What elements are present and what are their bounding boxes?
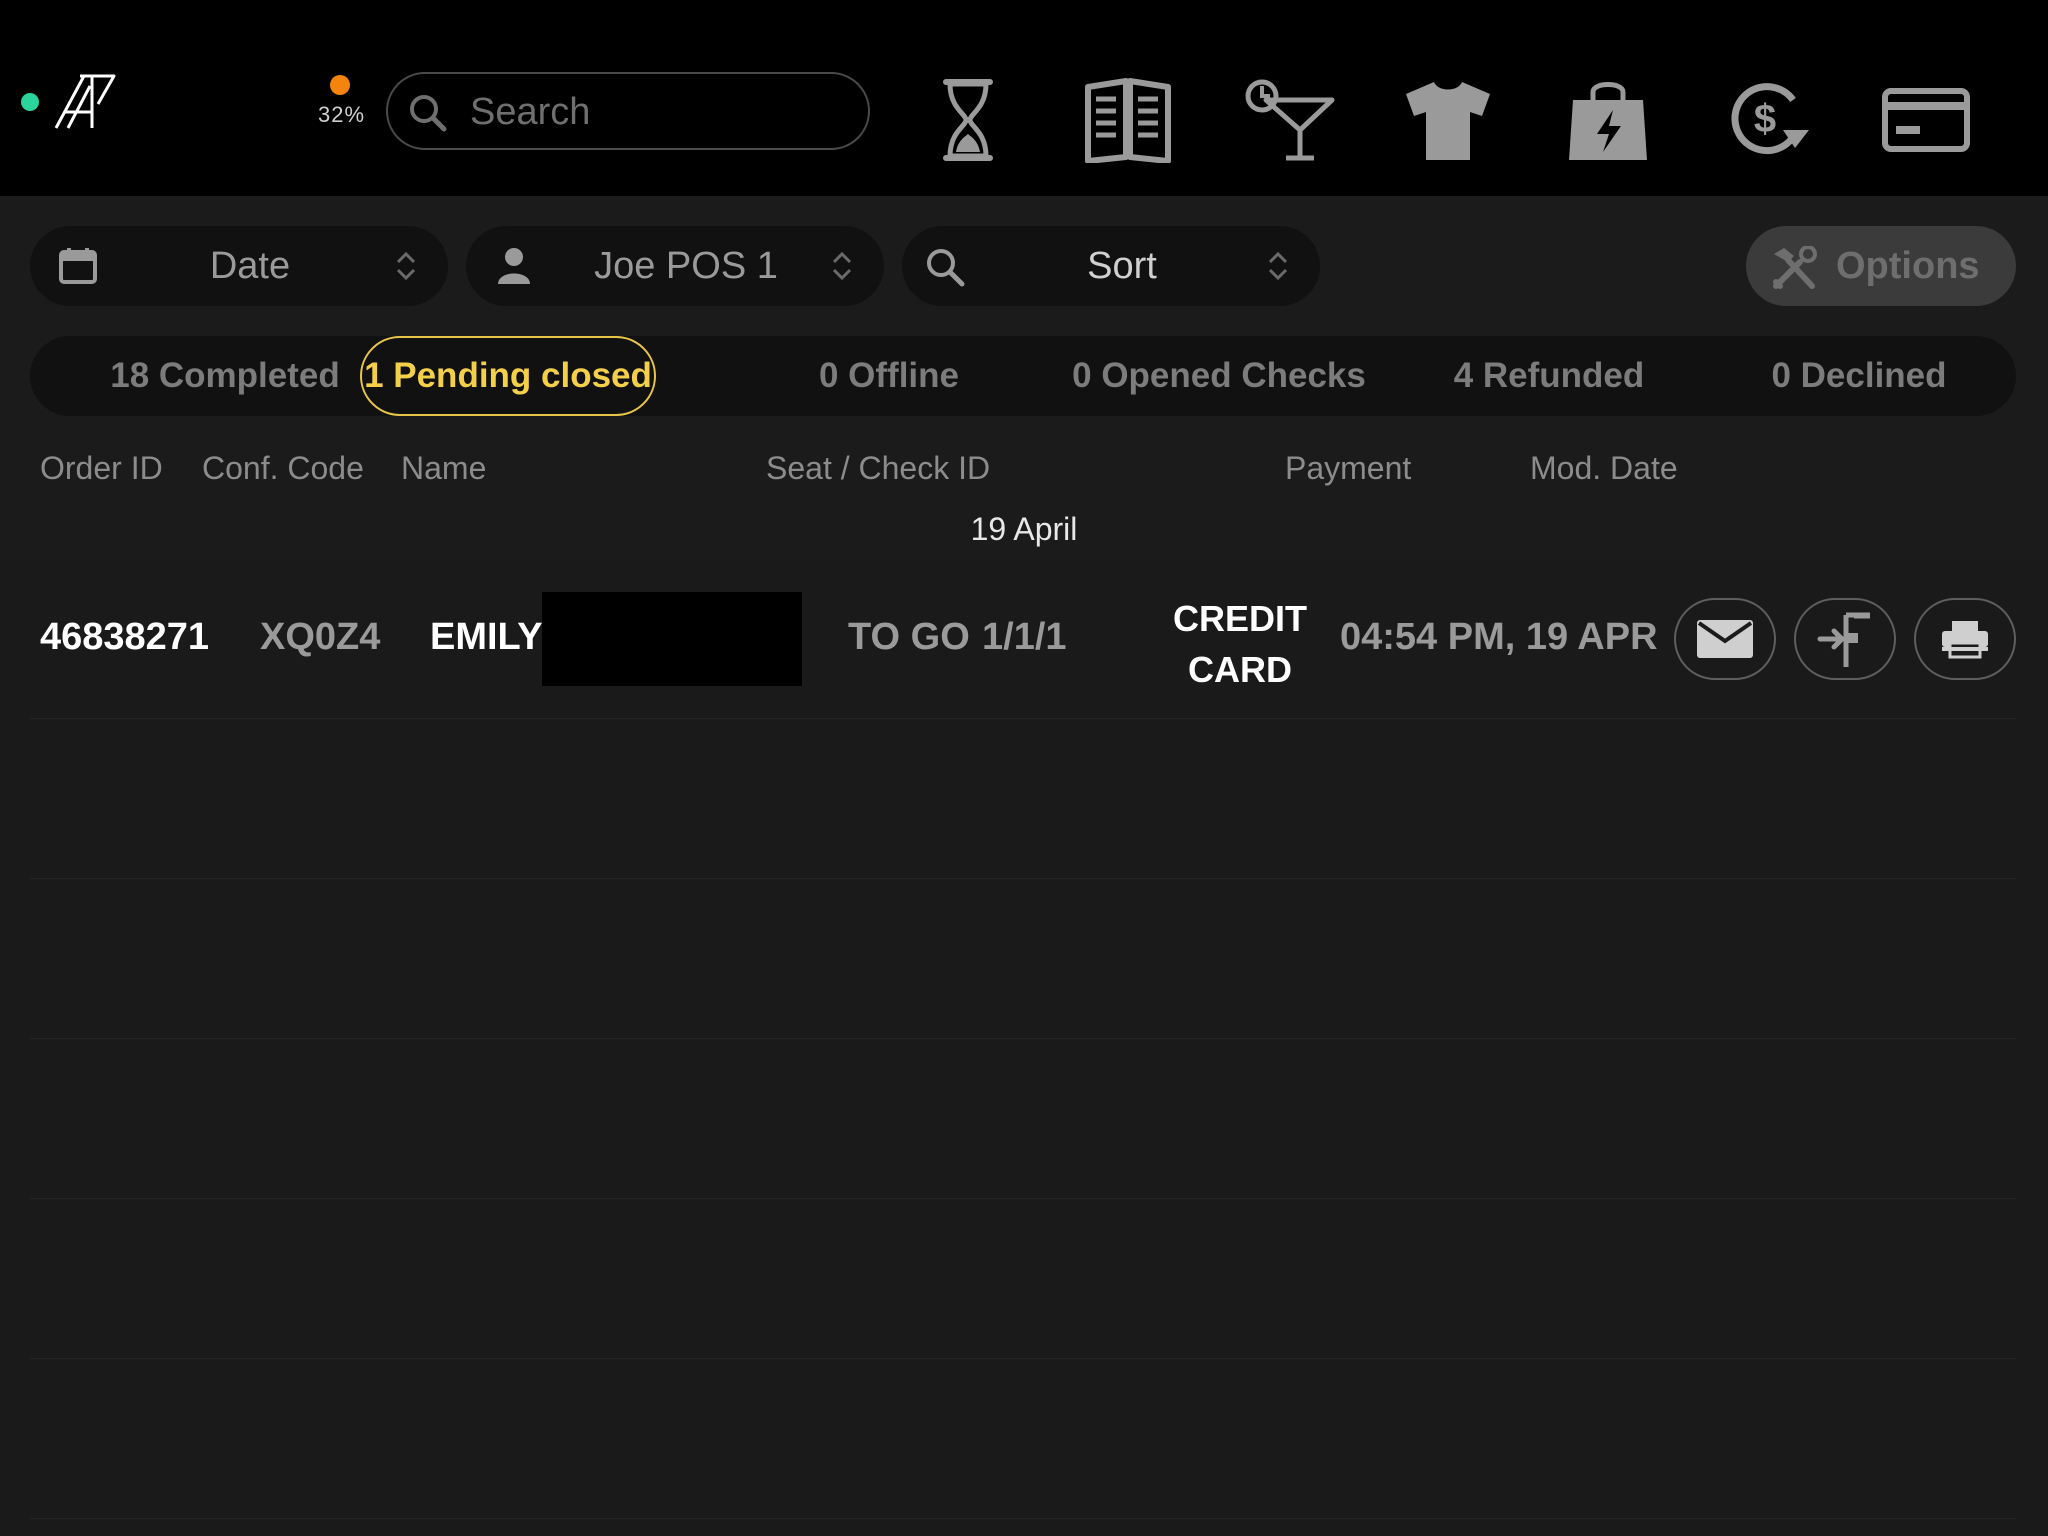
chevron-updown-icon [832, 251, 852, 281]
user-icon [498, 248, 530, 284]
column-conf-code[interactable]: Conf. Code [202, 446, 364, 490]
tab-declined[interactable]: 0 Declined [1704, 336, 2014, 416]
chevron-updown-icon [396, 251, 416, 281]
options-label: Options [1836, 245, 1980, 287]
tab-pending-closed[interactable]: 1 Pending closed [360, 336, 656, 416]
column-name[interactable]: Name [401, 446, 486, 490]
tab-completed[interactable]: 18 Completed [58, 336, 392, 416]
payment-line-2: CARD [1188, 649, 1292, 690]
date-group-header: 19 April [970, 511, 1078, 547]
email-receipt-button[interactable] [1674, 598, 1776, 680]
credit-card-icon[interactable] [1876, 70, 1976, 170]
column-seat-check-id[interactable]: Seat / Check ID [766, 446, 990, 490]
redacted-block [542, 592, 802, 686]
options-button[interactable]: Options [1746, 226, 2016, 306]
row-divider [30, 718, 2016, 719]
row-divider [30, 1518, 2016, 1519]
conf-code: XQ0Z4 [260, 616, 381, 658]
cocktail-icon[interactable] [1240, 70, 1340, 170]
payment-line-1: CREDIT [1173, 598, 1307, 639]
search-icon [927, 249, 965, 287]
refund-dollar-icon[interactable]: $ [1718, 70, 1818, 170]
search-icon [410, 95, 447, 132]
row-divider [30, 1358, 2016, 1359]
check-in-icon [1817, 612, 1870, 667]
tab-opened-checks[interactable]: 0 Opened Checks [1044, 336, 1394, 416]
print-receipt-button[interactable] [1914, 598, 2016, 680]
seat-check-id: 1/1/1 [982, 616, 1067, 658]
chevron-updown-icon [1268, 251, 1288, 281]
column-mod-date[interactable]: Mod. Date [1530, 446, 1678, 490]
column-order-id[interactable]: Order ID [40, 446, 163, 490]
tools-icon [1773, 246, 1817, 289]
svg-text:$: $ [1754, 97, 1776, 141]
orders-list: 46838271 XQ0Z4 EMILY TO GO 1/1/1 CREDIT … [0, 560, 2048, 1536]
row-divider [30, 1198, 2016, 1199]
row-divider [30, 1038, 2016, 1039]
sort-filter[interactable]: Sort [902, 226, 1320, 306]
sort-filter-label: Sort [1087, 245, 1157, 287]
battery-percent: 32% [318, 102, 366, 127]
date-filter[interactable]: Date [30, 226, 448, 306]
email-icon [1697, 620, 1753, 658]
printer-icon [1942, 621, 1988, 659]
shopping-bag-icon[interactable] [1558, 70, 1658, 170]
search-input[interactable] [468, 86, 852, 138]
check-in-button[interactable] [1794, 598, 1896, 680]
order-type: TO GO [848, 616, 970, 658]
employee-filter[interactable]: Joe POS 1 [466, 226, 884, 306]
order-id: 46838271 [40, 616, 210, 658]
employee-filter-label: Joe POS 1 [594, 245, 778, 287]
top-bar: 32% Search $ [0, 0, 2048, 196]
date-filter-label: Date [209, 245, 291, 287]
tshirt-icon[interactable] [1398, 70, 1498, 170]
customer-name: EMILY [430, 616, 543, 658]
mod-date: 04:54 PM, 19 APR [1340, 616, 1658, 658]
row-divider [30, 878, 2016, 879]
hourglass-icon[interactable] [918, 70, 1018, 170]
app-logo-icon [54, 74, 116, 129]
tab-refunded[interactable]: 4 Refunded [1394, 336, 1704, 416]
table-row[interactable]: 46838271 XQ0Z4 EMILY TO GO 1/1/1 CREDIT … [0, 560, 2048, 720]
column-payment[interactable]: Payment [1285, 446, 1411, 490]
status-tabs: 18 Completed 1 Pending closed 0 Offline … [30, 336, 2016, 416]
menu-book-icon[interactable] [1078, 70, 1178, 170]
search-box[interactable] [386, 72, 870, 150]
calendar-icon [59, 248, 97, 284]
connection-status-dot [21, 93, 39, 111]
battery-indicator-dot [330, 75, 350, 95]
tab-offline[interactable]: 0 Offline [734, 336, 1044, 416]
